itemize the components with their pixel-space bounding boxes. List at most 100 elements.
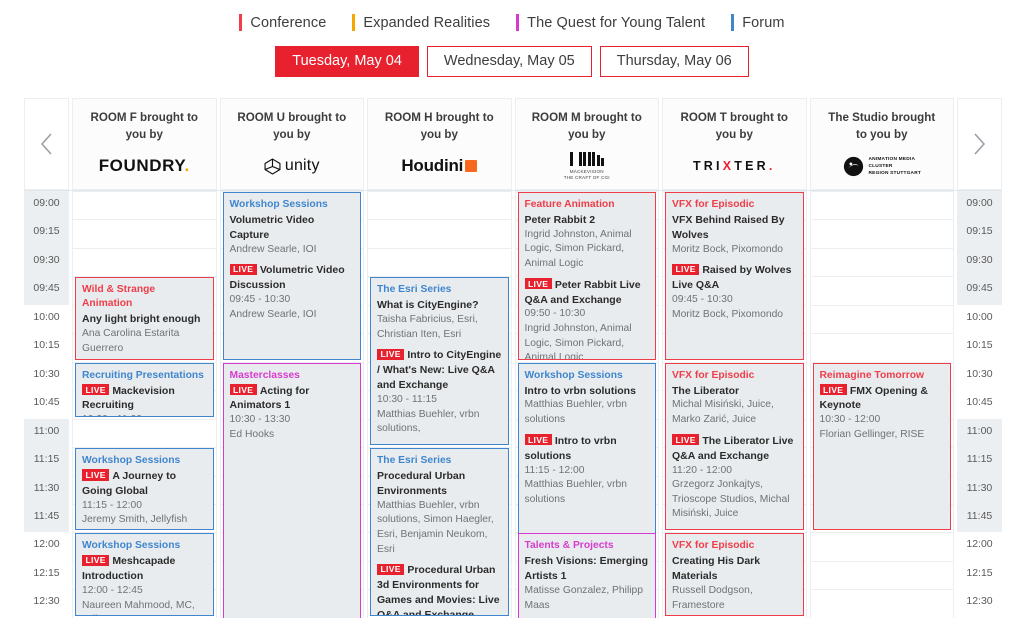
grid-row-line xyxy=(811,589,954,590)
event-card[interactable]: The Esri SeriesWhat is CityEngine?Taisha… xyxy=(370,277,509,445)
event-sub-session[interactable]: LIVEIntro to CityEngine / What's New: Li… xyxy=(377,346,502,437)
room-title: ROOM M brought to you by xyxy=(527,110,647,144)
room-card[interactable]: ROOM H brought to you byHoudini xyxy=(367,98,512,190)
event-sub-title: LIVEProcedural Urban 3d Environments for… xyxy=(377,563,502,616)
event-card[interactable]: VFX for EpisodicCreating His Dark Materi… xyxy=(665,533,804,615)
event-card[interactable]: Recruiting PresentationsLIVEMackevision … xyxy=(75,363,214,417)
day-tab[interactable]: Tuesday, May 04 xyxy=(275,46,419,78)
live-badge: LIVE xyxy=(672,434,699,445)
event-time: 12:00 - 12:45 xyxy=(82,584,207,599)
legend-item[interactable]: Expanded Realities xyxy=(352,14,490,31)
room-card[interactable]: ROOM U brought to you byunity xyxy=(220,98,365,190)
event-title: What is CityEngine? xyxy=(377,298,502,313)
event-sub-session[interactable]: LIVEThe Liberator Live Q&A and Exchange1… xyxy=(672,432,797,522)
grid-row-line xyxy=(811,561,954,562)
event-sub-title: LIVERaised by Wolves Live Q&A xyxy=(672,263,797,293)
room-sponsor-logo: unity xyxy=(221,144,364,189)
prev-day-arrow-button[interactable] xyxy=(24,98,69,190)
day-tab[interactable]: Wednesday, May 05 xyxy=(427,46,592,78)
room-title: ROOM F brought to you by xyxy=(84,110,204,144)
room-column: The Esri SeriesWhat is CityEngine?Taisha… xyxy=(367,191,512,618)
time-label: 09:30 xyxy=(957,255,1002,266)
event-sub-session[interactable]: LIVEPeter Rabbit Live Q&A and Exchange09… xyxy=(525,276,650,360)
room-sponsor-logo: MACKEVISIONTHE CRAFT OF CGI xyxy=(516,144,659,189)
time-axis-left: 09:0009:1509:3009:4510:0010:1510:3010:45… xyxy=(24,191,69,618)
time-label: 10:45 xyxy=(957,397,1002,408)
day-tab-bar: Tuesday, May 04Wednesday, May 05Thursday… xyxy=(0,45,1024,78)
legend-item[interactable]: Conference xyxy=(239,14,326,31)
time-label: 10:15 xyxy=(24,340,69,351)
legend-color-bar xyxy=(352,14,355,31)
grid-row-line xyxy=(368,219,511,220)
event-title-text: Any light bright enough xyxy=(82,313,200,325)
event-card[interactable]: Feature AnimationPeter Rabbit 2Ingrid Jo… xyxy=(518,192,657,360)
room-card[interactable]: ROOM M brought to you by MACKEVISIONTHE C… xyxy=(515,98,660,190)
event-card[interactable]: VFX for EpisodicVFX Behind Raised By Wol… xyxy=(665,192,804,360)
event-speakers: Moritz Bock, Pixomondo xyxy=(672,243,797,258)
room-card[interactable]: ROOM F brought to you byFOUNDRY. xyxy=(72,98,217,190)
live-badge: LIVE xyxy=(82,384,109,395)
event-card[interactable]: Reimagine TomorrowLIVEFMX Opening & Keyn… xyxy=(813,363,952,531)
event-card[interactable]: The Esri SeriesProcedural Urban Environm… xyxy=(370,448,509,616)
event-speakers: Matthias Buehler, vrbn solutions, Simon … xyxy=(377,499,502,557)
event-title-text: Fresh Visions: Emerging Artists 1 xyxy=(525,555,649,582)
event-card[interactable]: VFX for EpisodicThe LiberatorMichal Misi… xyxy=(665,363,804,531)
grid-row-line xyxy=(811,248,954,249)
grid-row-line xyxy=(811,276,954,277)
legend-item[interactable]: The Quest for Young Talent xyxy=(516,14,705,31)
event-category-label: Recruiting Presentations xyxy=(82,369,207,383)
event-card[interactable]: Workshop SessionsLIVEA Journey to Going … xyxy=(75,448,214,530)
grid-row-line xyxy=(811,532,954,533)
event-card[interactable]: Wild & Strange Animation Any light bright… xyxy=(75,277,214,359)
event-card[interactable]: MasterclassesLIVEActing for Animators 11… xyxy=(223,363,362,618)
legend-item[interactable]: Forum xyxy=(731,14,784,31)
live-badge: LIVE xyxy=(82,469,109,480)
event-sub-session[interactable]: LIVERaised by Wolves Live Q&A09:45 - 10:… xyxy=(672,261,797,322)
time-label: 12:30 xyxy=(24,596,69,607)
time-label: 10:45 xyxy=(24,397,69,408)
time-axis-right: 09:0009:1509:3009:4510:0010:1510:3010:45… xyxy=(957,191,1002,618)
event-speakers: Russell Dodgson, Framestore xyxy=(672,584,797,613)
day-tab[interactable]: Thursday, May 06 xyxy=(600,46,749,78)
event-sub-session[interactable]: LIVEProcedural Urban 3d Environments for… xyxy=(377,561,502,616)
event-sub-session[interactable]: LIVEVolumetric Video Discussion09:45 - 1… xyxy=(230,261,355,322)
event-category-label: Talents & Projects xyxy=(525,539,650,553)
event-title-text: Creating His Dark Materials xyxy=(672,555,760,582)
unity-logo: unity xyxy=(264,157,320,175)
room-cards: ROOM F brought to you byFOUNDRY.ROOM U b… xyxy=(69,98,957,190)
grid-row-line xyxy=(368,191,511,192)
room-card[interactable]: The Studio brought to you byANIMATION ME… xyxy=(810,98,955,190)
event-title-text: What is CityEngine? xyxy=(377,299,479,311)
event-sub-speakers: Matthias Buehler, vrbn solutions xyxy=(525,478,650,507)
time-label: 10:30 xyxy=(957,369,1002,380)
event-card[interactable]: Talents & Projects Fresh Visions: Emergin… xyxy=(518,533,657,618)
mackevision-logo: MACKEVISIONTHE CRAFT OF CGI xyxy=(564,152,610,181)
time-label: 09:00 xyxy=(24,198,69,209)
room-card[interactable]: ROOM T brought to you byTRIXTER. xyxy=(662,98,807,190)
time-label: 10:15 xyxy=(957,340,1002,351)
event-sub-title: LIVEThe Liberator Live Q&A and Exchange xyxy=(672,434,797,464)
grid-row-line xyxy=(811,305,954,306)
event-title: LIVEActing for Animators 1 xyxy=(230,384,355,414)
event-category-label: Masterclasses xyxy=(230,369,355,383)
event-title: Fresh Visions: Emerging Artists 1 xyxy=(525,554,650,584)
event-title: The Liberator xyxy=(672,384,797,399)
event-title-text: Peter Rabbit 2 xyxy=(525,214,596,226)
event-category-label: Workshop Sessions xyxy=(230,198,355,212)
time-label: 10:00 xyxy=(957,312,1002,323)
event-card[interactable]: Workshop SessionsLIVEMeshcapade Introduc… xyxy=(75,533,214,615)
event-sub-speakers: Moritz Bock, Pixomondo xyxy=(672,308,797,323)
event-time: 11:15 - 12:00 xyxy=(82,499,207,514)
event-sub-speakers: Andrew Searle, IOI xyxy=(230,308,355,323)
grid-row-line xyxy=(73,191,216,192)
schedule-grid[interactable]: 09:0009:1509:3009:4510:0010:1510:3010:45… xyxy=(24,190,1002,618)
time-label: 11:30 xyxy=(957,483,1002,494)
event-category-label: Wild & Strange Animation xyxy=(82,283,207,311)
event-sub-session[interactable]: LIVEIntro to vrbn solutions11:15 - 12:00… xyxy=(525,432,650,508)
trixter-logo: TRIXTER. xyxy=(693,159,776,173)
next-day-arrow-button[interactable] xyxy=(957,98,1002,190)
event-category-label: The Esri Series xyxy=(377,454,502,468)
event-card[interactable]: Workshop SessionsVolumetric Video Captur… xyxy=(223,192,362,360)
live-badge: LIVE xyxy=(82,555,109,566)
event-title: Any light bright enough xyxy=(82,312,207,327)
